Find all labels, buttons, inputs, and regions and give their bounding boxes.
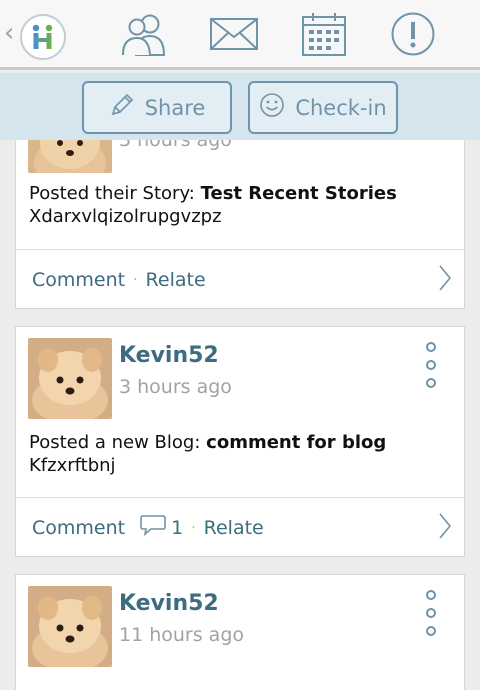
relate-link[interactable]: Relate bbox=[204, 517, 264, 539]
alert-icon[interactable] bbox=[389, 8, 437, 60]
feed-card[interactable]: Kevin52 11 hours ago bbox=[15, 574, 465, 690]
card-footer: Comment 1 · Relate bbox=[16, 497, 464, 557]
avatar[interactable] bbox=[28, 586, 112, 667]
comment-count-value: 1 bbox=[171, 516, 184, 539]
action-bar: Share Check-in bbox=[0, 73, 480, 140]
pencil-icon bbox=[109, 92, 135, 123]
people-icon[interactable] bbox=[116, 8, 172, 60]
chevron-right-icon[interactable] bbox=[438, 264, 452, 297]
comment-link[interactable]: Comment bbox=[32, 517, 125, 539]
more-options-icon[interactable] bbox=[426, 590, 436, 644]
share-button[interactable]: Share bbox=[82, 81, 232, 134]
back-chevron-icon[interactable]: ‹ bbox=[4, 18, 14, 48]
username-link[interactable]: Kevin52 bbox=[119, 343, 219, 368]
relate-link[interactable]: Relate bbox=[146, 269, 206, 291]
post-action-text: Posted a new Blog: bbox=[29, 432, 201, 453]
separator-dot: · bbox=[133, 271, 138, 288]
share-label: Share bbox=[144, 95, 206, 120]
top-nav-bar: ‹ bbox=[0, 0, 480, 70]
comment-link[interactable]: Comment bbox=[32, 269, 125, 291]
calendar-icon[interactable] bbox=[300, 8, 348, 60]
app-logo-icon[interactable] bbox=[20, 14, 66, 60]
post-action-text: Posted their Story: bbox=[29, 183, 195, 204]
checkin-label: Check-in bbox=[295, 95, 387, 120]
post-title-link[interactable]: Test Recent Stories bbox=[201, 183, 397, 204]
checkin-button[interactable]: Check-in bbox=[248, 81, 398, 134]
post-excerpt: Xdarxvlqizolrupgvzpz bbox=[29, 206, 222, 227]
card-footer: Comment · Relate bbox=[16, 249, 464, 309]
username-link[interactable]: Kevin52 bbox=[119, 591, 219, 616]
more-options-icon[interactable] bbox=[426, 342, 436, 396]
smiley-icon bbox=[259, 92, 285, 123]
post-body: Posted a new Blog: comment for blog Kfzx… bbox=[29, 431, 452, 477]
post-time: 3 hours ago bbox=[119, 376, 232, 398]
feed-card[interactable]: Kevin52 3 hours ago Posted a new Blog: c… bbox=[15, 326, 465, 557]
comment-count[interactable]: 1 bbox=[139, 513, 183, 542]
post-time: 11 hours ago bbox=[119, 624, 245, 646]
post-body: Posted their Story: Test Recent Stories … bbox=[29, 182, 452, 228]
separator-dot: · bbox=[191, 519, 196, 536]
chevron-right-icon[interactable] bbox=[438, 512, 452, 545]
post-title-link[interactable]: comment for blog bbox=[206, 432, 386, 453]
post-excerpt: Kfzxrftbnj bbox=[29, 455, 116, 476]
comment-bubble-icon bbox=[139, 513, 167, 542]
avatar[interactable] bbox=[28, 338, 112, 419]
mail-icon[interactable] bbox=[208, 8, 260, 60]
